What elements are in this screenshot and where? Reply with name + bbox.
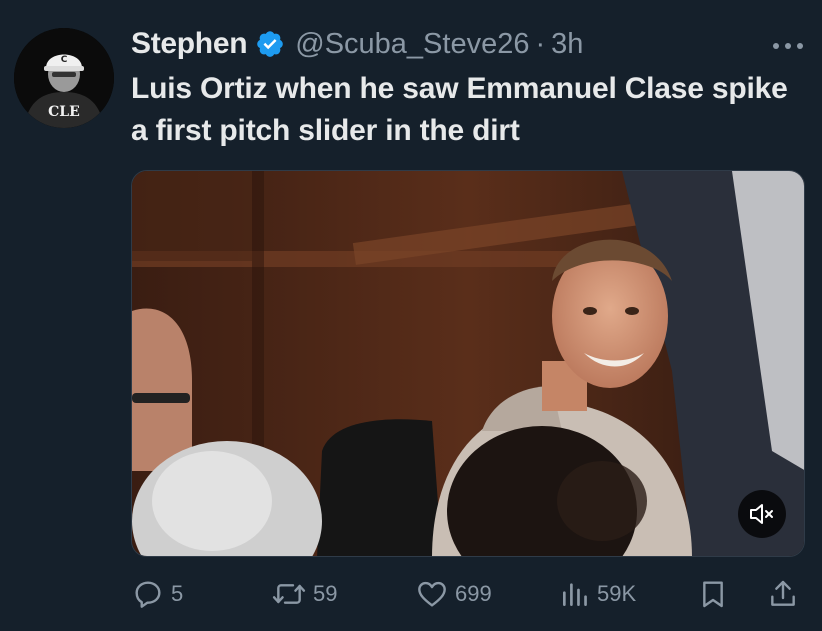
views-button[interactable]: 59K [559, 572, 636, 616]
retweet-button[interactable]: 59 [271, 572, 337, 616]
retweet-count: 59 [313, 581, 338, 606]
reply-icon [135, 581, 161, 608]
mute-button[interactable] [738, 490, 786, 538]
avatar[interactable]: C CLE [14, 28, 114, 128]
tweet-text: Luis Ortiz when he saw Emmanuel Clase sp… [131, 72, 788, 147]
tweet-card[interactable]: C CLE Stephen @Scuba_Steve26 · 3h Luis O… [0, 0, 822, 631]
speaker-muted-icon [750, 504, 773, 524]
views-count: 59K [597, 581, 637, 606]
like-count: 699 [455, 581, 492, 606]
bookmark-icon [703, 581, 723, 608]
verified-badge-icon [257, 31, 284, 57]
like-button[interactable]: 699 [415, 572, 492, 616]
reply-count: 5 [171, 581, 184, 606]
bar-chart-icon [563, 583, 587, 606]
video-frame [132, 171, 804, 556]
avatar-cap-letter: C [61, 55, 68, 65]
share-icon [771, 580, 795, 606]
header-separator: · [535, 27, 546, 60]
avatar-hoodie-text: CLE [48, 104, 80, 120]
tweet-action-bar: 5 59 699 59K [131, 572, 805, 616]
bookmark-button[interactable] [697, 572, 729, 616]
share-button[interactable] [767, 572, 799, 616]
author-handle[interactable]: @Scuba_Steve26 [295, 28, 529, 61]
retweet-icon [272, 584, 306, 604]
author-name[interactable]: Stephen [131, 27, 248, 61]
avatar-image: C CLE [14, 28, 114, 128]
tweet-timestamp[interactable]: 3h [551, 28, 583, 61]
more-horizontal-icon[interactable] [771, 40, 805, 52]
reply-button[interactable]: 5 [131, 572, 183, 616]
heart-icon [418, 581, 446, 607]
tweet-header: Stephen @Scuba_Steve26 · 3h [131, 24, 583, 64]
tweet-video[interactable] [131, 170, 805, 557]
